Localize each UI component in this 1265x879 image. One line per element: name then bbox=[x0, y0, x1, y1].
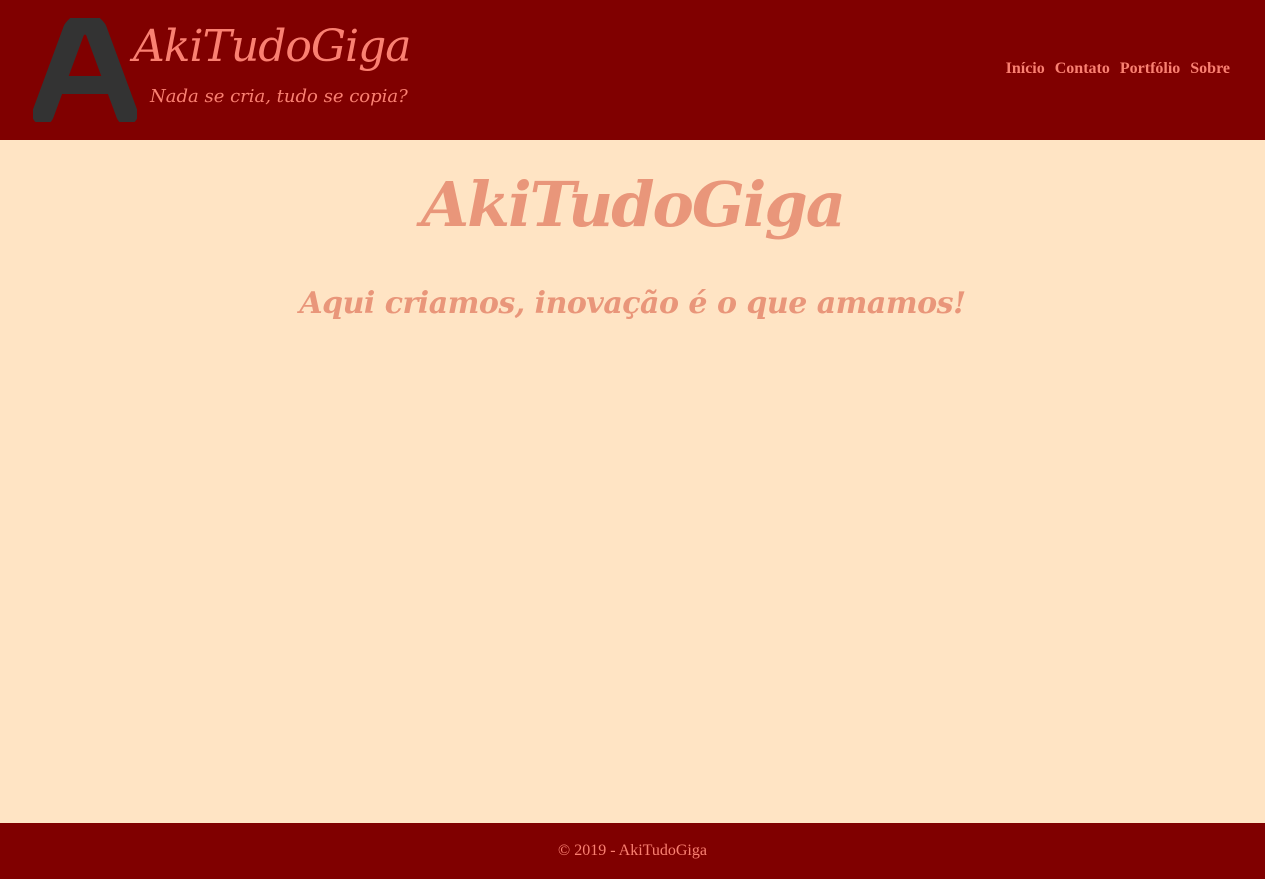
site-header: AkiTudoGiga Nada se cria, tudo se copia?… bbox=[0, 0, 1265, 140]
site-footer: © 2019 - AkiTudoGiga bbox=[0, 823, 1265, 879]
main-nav: Início Contato Portfólio Sobre bbox=[1006, 58, 1230, 80]
nav-link-sobre[interactable]: Sobre bbox=[1190, 58, 1230, 80]
nav-link-contato[interactable]: Contato bbox=[1055, 58, 1110, 80]
footer-copyright: © 2019 - AkiTudoGiga bbox=[558, 842, 707, 859]
nav-link-inicio[interactable]: Início bbox=[1006, 58, 1045, 80]
hero-subtitle: Aqui criamos, inovação é o que amamos! bbox=[299, 286, 966, 321]
site-slogan: Nada se cria, tudo se copia? bbox=[150, 86, 408, 107]
letter-a-logo-icon[interactable] bbox=[33, 18, 137, 122]
hero-title: AkiTudoGiga bbox=[421, 168, 846, 241]
nav-link-portfolio[interactable]: Portfólio bbox=[1120, 58, 1180, 80]
site-title[interactable]: AkiTudoGiga bbox=[133, 16, 411, 78]
